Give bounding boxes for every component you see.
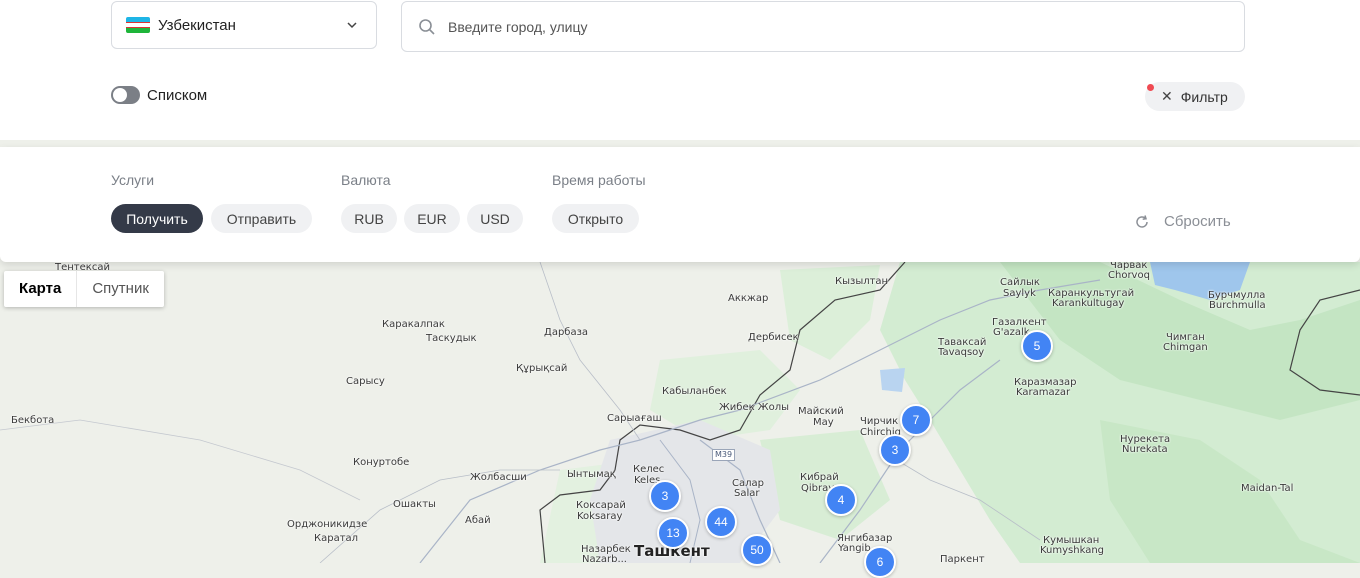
place-label: Конуртобе — [353, 457, 410, 468]
list-view-toggle[interactable] — [111, 86, 140, 104]
country-select[interactable]: Узбекистан — [111, 1, 377, 49]
place-label: Аккжар — [728, 293, 769, 304]
place-label: Дарбаза — [544, 327, 589, 338]
reset-button[interactable]: Сбросить — [1134, 213, 1231, 230]
filter-badge — [1147, 84, 1154, 91]
marker-cluster[interactable]: 3 — [649, 480, 681, 512]
marker-cluster[interactable]: 13 — [657, 517, 689, 549]
marker-cluster[interactable]: 6 — [864, 546, 896, 578]
chip-open-now[interactable]: Открыто — [552, 204, 639, 233]
marker-cluster[interactable]: 44 — [705, 506, 737, 538]
place-label: Кызылтан — [835, 276, 889, 287]
hours-title: Время работы — [552, 172, 646, 188]
place-label: Nurekata — [1122, 444, 1168, 455]
list-view-toggle-row[interactable]: Списком — [111, 86, 207, 104]
marker-cluster[interactable]: 7 — [900, 404, 932, 436]
place-label: Жолбасши — [470, 472, 527, 483]
place-label: Орджоникидзе — [287, 519, 368, 530]
filter-label: Фильтр — [1180, 88, 1228, 105]
search-input[interactable] — [446, 17, 1244, 36]
place-label: Ынтымақ — [567, 469, 616, 480]
place-label: Кабыланбек — [662, 386, 727, 397]
toggle-knob — [113, 88, 127, 102]
place-label: Kumyshkang — [1040, 545, 1105, 556]
place-label: Saylyk — [1003, 288, 1036, 299]
place-label: Maidan-Tal — [1241, 483, 1294, 494]
chip-rub[interactable]: RUB — [341, 204, 397, 233]
road-label: M39 — [712, 449, 736, 461]
place-label: Бекбота — [11, 415, 55, 426]
marker-cluster[interactable]: 5 — [1021, 330, 1053, 362]
search-field[interactable] — [401, 1, 1245, 52]
chip-send[interactable]: Отправить — [211, 204, 312, 233]
uzbekistan-flag-icon — [126, 17, 150, 33]
place-label: Каракалпак — [382, 319, 445, 330]
place-label: Koksaray — [577, 511, 623, 522]
place-label: Таскудык — [426, 333, 477, 344]
place-label: Tavaqsoy — [938, 347, 985, 358]
place-label: Salar — [734, 488, 760, 499]
filter-button[interactable]: ✕ Фильтр — [1145, 82, 1245, 111]
place-label: Karamazar — [1016, 387, 1071, 398]
search-panel: Узбекистан Списком ✕ Фильтр — [0, 0, 1360, 140]
map-type-map[interactable]: Карта — [4, 271, 78, 307]
place-label: Жибек Жолы — [719, 402, 789, 413]
services-title: Услуги — [111, 172, 155, 188]
map-type-satellite[interactable]: Спутник — [77, 271, 164, 307]
place-label: Дербисек — [748, 332, 799, 343]
place-label: Burchmulla — [1209, 300, 1266, 311]
currency-title: Валюта — [341, 172, 391, 188]
place-label: Karankultugay — [1052, 298, 1125, 309]
place-label: Паркент — [940, 554, 985, 565]
marker-cluster[interactable]: 3 — [879, 434, 911, 466]
place-label: Chorvoq — [1108, 270, 1150, 281]
chip-usd[interactable]: USD — [467, 204, 523, 233]
search-icon — [419, 18, 435, 35]
reset-label: Сбросить — [1164, 213, 1231, 230]
marker-cluster[interactable]: 50 — [741, 534, 773, 566]
place-label: Құрықсай — [516, 363, 568, 374]
place-label: Каратал — [314, 533, 359, 544]
place-label: Сарыағаш — [607, 413, 662, 424]
filters-panel: Услуги Получить Отправить Валюта RUB EUR… — [0, 147, 1360, 262]
close-icon: ✕ — [1161, 88, 1173, 104]
map-type-control: Карта Спутник — [4, 271, 164, 307]
chip-eur[interactable]: EUR — [404, 204, 460, 233]
place-label: Ошакты — [393, 499, 436, 510]
country-value: Узбекистан — [158, 16, 236, 34]
place-label: Nazarb... — [582, 554, 627, 565]
chevron-down-icon — [347, 22, 357, 29]
place-label: May — [813, 417, 834, 428]
place-label: Сарысу — [346, 376, 385, 387]
list-view-label: Списком — [147, 86, 208, 104]
place-label: Chimgan — [1163, 342, 1208, 353]
marker-cluster[interactable]: 4 — [825, 484, 857, 516]
chip-receive[interactable]: Получить — [111, 204, 203, 233]
refresh-icon — [1136, 214, 1148, 228]
place-label: Абай — [465, 515, 491, 526]
